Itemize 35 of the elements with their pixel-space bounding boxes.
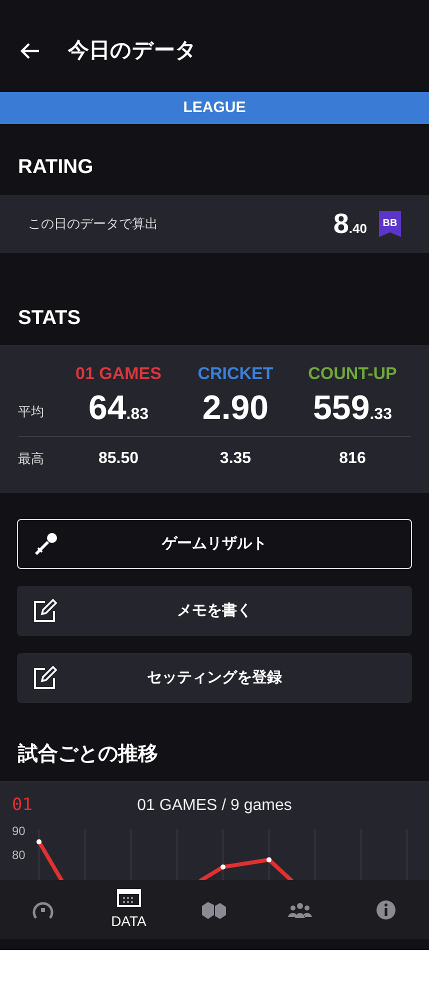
- action-button[interactable]: セッティングを登録: [17, 653, 412, 703]
- edit-note-icon: [33, 599, 57, 623]
- game-label: 01: [12, 794, 34, 817]
- mode-bar: LEAGUE: [0, 92, 429, 124]
- rating-label: この日のデータで算出: [28, 215, 159, 234]
- page-title: 今日のデータ: [68, 38, 197, 64]
- section-heading: RATING: [18, 155, 94, 180]
- action-button[interactable]: メモを書く: [17, 586, 412, 636]
- people-icon[interactable]: [288, 902, 312, 918]
- dart-icon: [34, 532, 58, 556]
- axis-tick-label: 80: [12, 848, 26, 862]
- game-name: CRICKET: [198, 364, 274, 383]
- section-heading: 試合ごとの推移: [18, 742, 158, 767]
- rating-badge: BB: [379, 211, 401, 237]
- gauge-icon[interactable]: [32, 900, 54, 920]
- calendar-icon[interactable]: [116, 888, 141, 908]
- best-value: 85.50: [98, 450, 139, 467]
- best-value: 3.35: [220, 450, 252, 467]
- section-heading: STATS: [18, 306, 81, 331]
- back-icon[interactable]: [20, 42, 40, 60]
- row-label: 最高: [18, 450, 45, 468]
- edit-note-icon: [33, 666, 57, 690]
- average-value: 64.83: [88, 388, 149, 429]
- rating-value: 8.40: [333, 207, 367, 241]
- chart-title: 01 GAMES / 9 games: [136, 796, 293, 816]
- game-name: COUNT-UP: [308, 364, 397, 383]
- row-label: 平均: [18, 402, 45, 421]
- average-value: 559.33: [313, 388, 392, 429]
- game-name: 01 GAMES: [76, 364, 162, 383]
- average-value: 2.90: [202, 388, 269, 429]
- action-button[interactable]: ゲームリザルト: [17, 519, 412, 569]
- axis-tick-label: 90: [12, 824, 26, 838]
- best-value: 816: [339, 450, 366, 467]
- nav-label[interactable]: DATA: [111, 910, 146, 932]
- info-icon[interactable]: [376, 900, 396, 920]
